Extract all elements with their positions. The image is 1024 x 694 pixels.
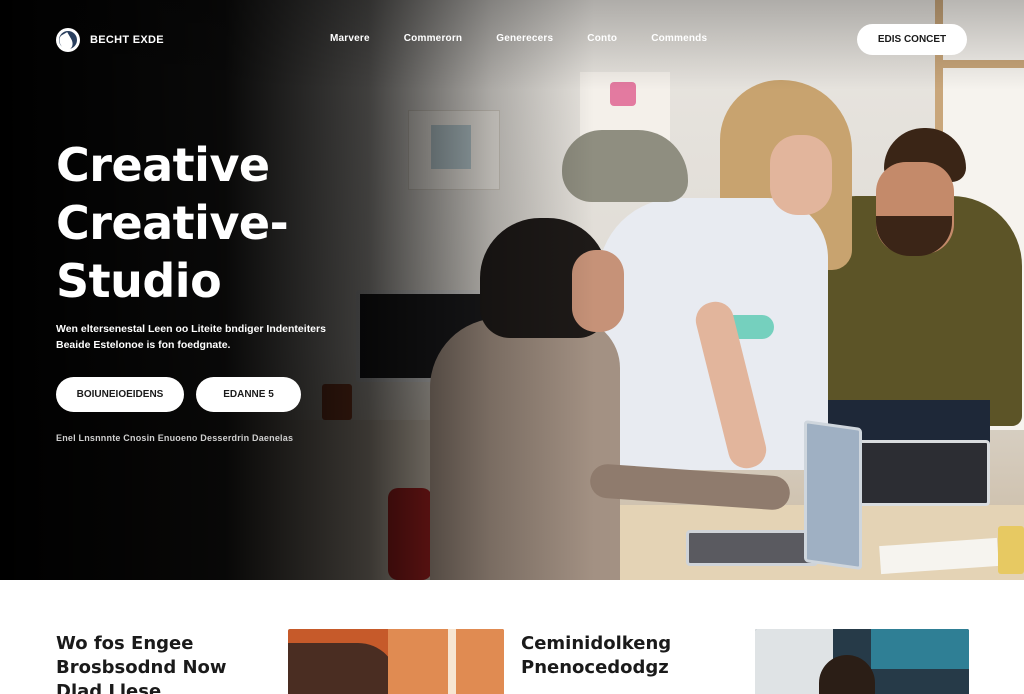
nav-links: Marvere Commerorn Generecers Conto Comme…	[330, 33, 707, 44]
feature-image-1[interactable]	[288, 629, 504, 694]
features-section: Wo fos Engee Brosbsodnd Now Dlad Llese C…	[0, 580, 1024, 694]
feature-heading-1: Wo fos Engee Brosbsodnd Now Dlad Llese	[56, 632, 266, 694]
feature-heading-2: Ceminidolkeng Pnenocedodgz	[521, 632, 731, 680]
nav-cta-button[interactable]: EDIS CONCET	[857, 24, 967, 55]
primary-cta-button[interactable]: BOIUNEIOEIDENS	[56, 377, 184, 412]
studio-logo-icon	[56, 28, 80, 52]
hero-description: Wen eltersenestal Leen oo Liteite bndige…	[56, 321, 416, 353]
hero-caption: Enel Lnsnnnte Cnosin Enuoeno Desserdrin …	[56, 433, 294, 443]
hero-title-line-1: Creative	[56, 138, 270, 192]
nav-link-4[interactable]: Conto	[587, 33, 617, 44]
hero-title: Creative Creative- Studio	[56, 136, 289, 310]
top-navigation: BECHT EXDE Marvere Commerorn Generecers …	[0, 0, 1024, 80]
feature-heading-2-line-1: Ceminidolkeng	[521, 633, 672, 654]
hero-title-line-3: Studio	[56, 254, 222, 308]
feature-heading-1-line-1: Wo fos Engee	[56, 633, 194, 654]
nav-link-1[interactable]: Marvere	[330, 33, 370, 44]
nav-link-2[interactable]: Commerorn	[404, 33, 462, 44]
nav-link-3[interactable]: Generecers	[496, 33, 553, 44]
feature-image-2[interactable]	[755, 629, 969, 694]
secondary-cta-button[interactable]: EDANNE 5	[196, 377, 301, 412]
feature-heading-1-line-2: Brosbsodnd Now	[56, 657, 227, 678]
hero-title-line-2: Creative-	[56, 196, 289, 250]
feature-heading-1-line-3: Dlad Llese	[56, 681, 162, 694]
hero-section: BECHT EXDE Marvere Commerorn Generecers …	[0, 0, 1024, 580]
nav-link-5[interactable]: Commends	[651, 33, 707, 44]
hero-description-line-2: Beaide Estelonoe is fon foedgnate.	[56, 339, 231, 351]
logo-link[interactable]: BECHT EXDE	[56, 28, 164, 52]
logo-text: BECHT EXDE	[90, 34, 164, 46]
hero-description-line-1: Wen eltersenestal Leen oo Liteite bndige…	[56, 323, 326, 335]
feature-heading-2-line-2: Pnenocedodgz	[521, 657, 669, 678]
